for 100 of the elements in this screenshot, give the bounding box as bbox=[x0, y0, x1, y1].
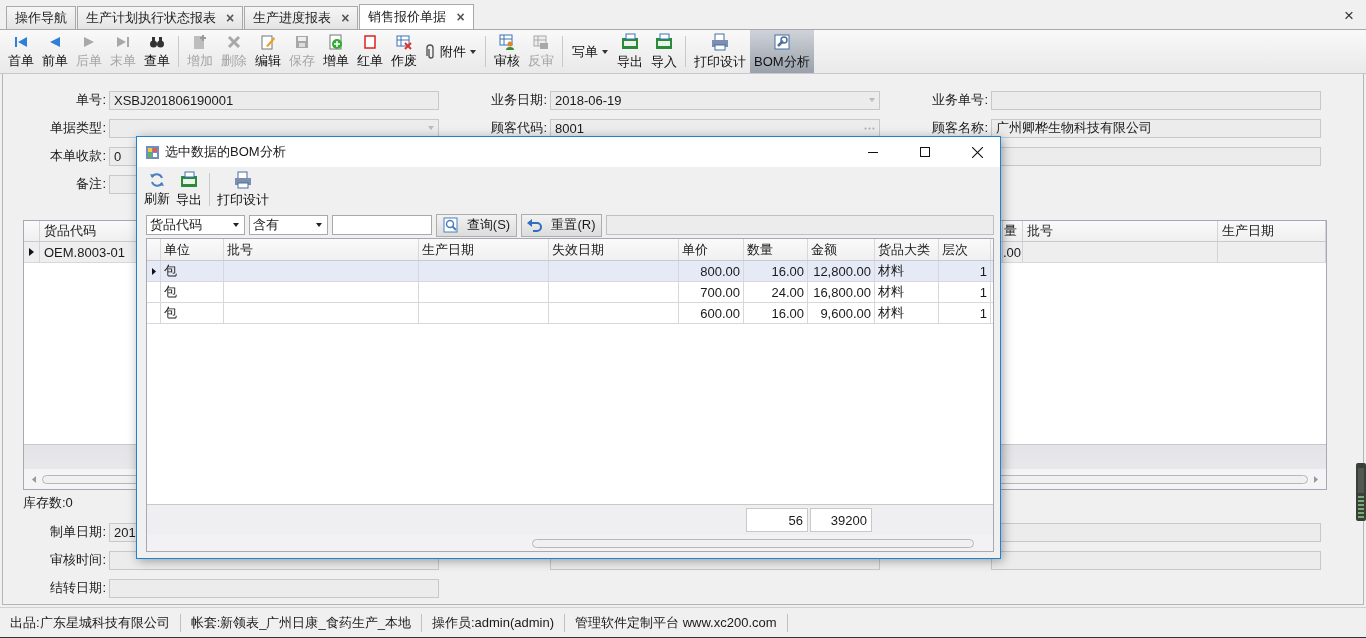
tab[interactable]: 生产进度报表 × bbox=[244, 6, 359, 29]
close-button[interactable]: × bbox=[1344, 6, 1354, 26]
table-cell: 700.00 bbox=[679, 282, 744, 302]
spreadsheet-icon bbox=[180, 170, 198, 189]
printer-icon bbox=[711, 32, 729, 51]
maximize-icon bbox=[920, 147, 930, 157]
scrollbar[interactable] bbox=[147, 535, 993, 551]
field-label: 备注: bbox=[75, 175, 107, 193]
input-field[interactable]: XSBJ201806190001 bbox=[109, 90, 439, 110]
field-label: 制单日期: bbox=[49, 523, 107, 541]
close-icon[interactable]: × bbox=[226, 10, 235, 26]
toolbar-button[interactable]: 导出 bbox=[173, 167, 205, 212]
table-cell: 1 bbox=[939, 303, 991, 323]
dropdown-field[interactable] bbox=[109, 118, 439, 138]
toolbar-button[interactable]: 前单 bbox=[38, 30, 72, 73]
toolbar-button[interactable]: 增单 bbox=[319, 30, 353, 73]
table-cell: 16.00 bbox=[744, 303, 808, 323]
field-label: 结转日期: bbox=[49, 579, 107, 597]
column-header[interactable]: 货品大类 bbox=[875, 239, 939, 260]
reset-button[interactable]: 重置(R) bbox=[521, 213, 602, 237]
table-cell: 材料 bbox=[875, 261, 939, 281]
toolbar-button[interactable]: 导出 bbox=[613, 30, 647, 73]
table-person-icon bbox=[499, 33, 515, 50]
wrench-icon bbox=[772, 32, 791, 51]
input-field[interactable]: 广州卿桦生物科技有限公司 bbox=[991, 118, 1321, 138]
table-icon bbox=[533, 33, 549, 50]
table-cell: 24.00 bbox=[744, 282, 808, 302]
toolbar-button[interactable]: 审核 bbox=[490, 30, 524, 73]
status-text: 管理软件定制平台 www.xc200.com bbox=[565, 613, 788, 632]
spreadsheet-icon bbox=[621, 32, 639, 51]
total-value: 39200 bbox=[810, 508, 872, 532]
field-label: 业务单号: bbox=[931, 91, 989, 109]
stock-count: 库存数:0 bbox=[23, 494, 74, 510]
row-pointer-icon bbox=[151, 267, 156, 275]
arrow-left-icon bbox=[32, 475, 36, 483]
toolbar-button[interactable]: 刷新 bbox=[141, 167, 173, 212]
paperclip-icon bbox=[426, 43, 436, 60]
total-value: 56 bbox=[746, 508, 808, 532]
table-cell: 16.00 bbox=[744, 261, 808, 281]
table-cell: 包 bbox=[161, 282, 224, 302]
table-cell: 1 bbox=[939, 261, 991, 281]
close-icon bbox=[971, 146, 983, 158]
input-field[interactable] bbox=[606, 215, 994, 235]
pencil-icon bbox=[260, 33, 276, 50]
input-field[interactable] bbox=[991, 90, 1321, 110]
toolbar-button[interactable]: 打印设计 bbox=[214, 167, 272, 212]
column-header[interactable]: 批号 bbox=[1023, 221, 1218, 241]
field-label: 本单收款: bbox=[49, 147, 107, 165]
column-header[interactable]: 数量 bbox=[744, 239, 808, 260]
window-title: 选中数据的BOM分析 bbox=[165, 143, 287, 161]
table-cell: 16,800.00 bbox=[808, 282, 875, 302]
column-header[interactable]: 批号 bbox=[224, 239, 419, 260]
status-text: 出品:广东星城科技有限公司 bbox=[0, 613, 181, 632]
tab[interactable]: 销售报价单据 × bbox=[359, 4, 474, 29]
status-text: 帐套:新领表_广州日康_食药生产_本地 bbox=[180, 613, 422, 632]
tab[interactable]: 操作导航 bbox=[6, 6, 76, 29]
search-field[interactable] bbox=[332, 215, 432, 235]
table-cell: 包 bbox=[161, 303, 224, 323]
dropdown[interactable]: 含有 bbox=[249, 215, 328, 235]
input-field[interactable] bbox=[991, 550, 1321, 570]
close-icon[interactable]: × bbox=[456, 9, 465, 25]
column-header[interactable]: 层次 bbox=[939, 239, 991, 260]
column-header[interactable]: 生产日期 bbox=[1218, 221, 1326, 241]
column-header[interactable]: 单价 bbox=[679, 239, 744, 260]
column-header[interactable]: 金额 bbox=[808, 239, 875, 260]
toolbar-button[interactable]: BOM分析 bbox=[750, 30, 814, 73]
toolbar-button[interactable]: 查单 bbox=[140, 30, 174, 73]
column-header[interactable]: 生产日期 bbox=[419, 239, 549, 260]
column-header[interactable]: 量 bbox=[1003, 221, 1023, 241]
toolbar-button[interactable]: 编辑 bbox=[251, 30, 285, 73]
table-cell: 9,600.00 bbox=[808, 303, 875, 323]
column-header[interactable]: 单位 bbox=[161, 239, 224, 260]
toolbar-button[interactable]: 作废 bbox=[387, 30, 421, 73]
toolbar-button[interactable]: 首单 bbox=[4, 30, 38, 73]
tab[interactable]: 生产计划执行状态报表 × bbox=[77, 6, 244, 29]
input-field[interactable] bbox=[109, 578, 439, 598]
toolbar-button[interactable]: 打印设计 bbox=[690, 30, 750, 73]
document-plus-icon bbox=[192, 33, 208, 50]
field-label: 单据类型: bbox=[49, 119, 107, 137]
toolbar-button[interactable]: 红单 bbox=[353, 30, 387, 73]
spreadsheet-icon bbox=[655, 32, 673, 51]
table-cell: 包 bbox=[161, 261, 224, 281]
menu-button[interactable]: 写单 bbox=[567, 30, 613, 73]
close-icon[interactable]: × bbox=[341, 10, 350, 26]
undo-arrow-icon bbox=[527, 218, 544, 232]
dropdown-field[interactable]: 2018-06-19 bbox=[550, 90, 880, 110]
column-header[interactable]: 失效日期 bbox=[549, 239, 679, 260]
app-icon bbox=[146, 145, 159, 159]
square-outline-icon bbox=[362, 33, 378, 50]
status-text: 操作员:admin(admin) bbox=[421, 613, 566, 632]
field-label: 顾客名称: bbox=[931, 119, 989, 137]
query-button[interactable]: 查询(S) bbox=[436, 213, 517, 237]
printer-icon bbox=[234, 170, 252, 189]
menu-button[interactable]: 附件 bbox=[421, 30, 481, 73]
toolbar-button[interactable]: 导入 bbox=[647, 30, 681, 73]
field-label: 顾客代码: bbox=[490, 119, 548, 137]
table-cell: 材料 bbox=[875, 303, 939, 323]
dropdown[interactable]: 货品代码 bbox=[146, 215, 245, 235]
table-cell: .00 bbox=[1003, 242, 1023, 262]
table-cell: 800.00 bbox=[679, 261, 744, 281]
